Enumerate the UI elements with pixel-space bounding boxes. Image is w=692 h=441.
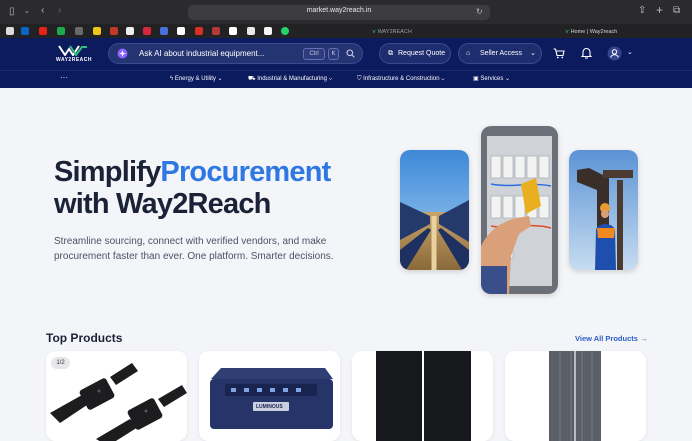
nav-label: Energy & Utility — [174, 76, 216, 82]
bookmark-icon[interactable] — [93, 27, 101, 35]
nav-industrial-manufacturing[interactable]: ⛟ Industrial & Manufacturing ⌄ — [248, 75, 332, 83]
hero-title-accent: Procurement — [160, 156, 331, 188]
bookmark-icon[interactable] — [264, 27, 272, 35]
tab-home[interactable]: ⋎ Home | Way2reach — [565, 27, 617, 37]
bookmark-icon[interactable] — [160, 27, 168, 35]
image-counter-badge: 1/2 — [51, 357, 70, 369]
tab-title: WAY2REACH — [377, 29, 412, 35]
more-icon[interactable]: ··· — [60, 73, 68, 82]
product-card-solar-panel-2[interactable] — [505, 351, 646, 441]
sidebar-toggle-icon[interactable]: ▯ — [9, 6, 15, 18]
new-tab-icon[interactable]: + — [656, 4, 663, 16]
chevron-down-icon: ⌄ — [503, 76, 511, 82]
solar-panel-image — [352, 351, 493, 441]
truck-icon: ⛟ — [248, 76, 258, 82]
user-avatar-icon[interactable] — [607, 46, 622, 61]
bookmark-whatsapp-icon[interactable] — [281, 27, 289, 35]
request-quote-button[interactable]: ⧉ Request Quote — [379, 43, 451, 64]
bell-icon[interactable] — [581, 47, 592, 59]
chevron-down-icon: ⌄ — [530, 50, 536, 57]
chevron-down-icon[interactable]: ⌄ — [24, 6, 30, 18]
seller-access-label: Seller Access — [480, 50, 523, 57]
product-card-inverter[interactable]: LUMINOUS — [199, 351, 340, 441]
kbd-k: K — [328, 48, 339, 60]
bookmark-github-icon[interactable] — [6, 27, 14, 35]
solar-panel-image — [505, 351, 646, 441]
quote-icon: ⧉ — [388, 50, 393, 57]
nav-energy-utility[interactable]: ϟ Energy & Utility ⌄ — [170, 75, 223, 83]
chevron-down-icon: ⌄ — [215, 76, 223, 82]
logo-mark-icon[interactable] — [58, 45, 88, 56]
nav-label: Infrastructure & Construction — [363, 76, 440, 82]
inverter-brand-label: LUMINOUS — [256, 404, 283, 410]
nav-infrastructure-construction[interactable]: ⛉ Infrastructure & Construction ⌄ — [357, 75, 444, 83]
logo-text: WAY2REACH — [56, 57, 92, 63]
nav-label: Services — [480, 76, 504, 82]
chevron-down-icon[interactable]: ⌄ — [627, 48, 633, 56]
bookmark-icon[interactable] — [177, 27, 185, 35]
chevron-down-icon: ⌄ — [326, 76, 333, 82]
bookmark-icon[interactable] — [75, 27, 83, 35]
solar-panels-photo — [400, 150, 469, 270]
forward-icon[interactable]: › — [58, 5, 61, 17]
inverter-image — [199, 351, 340, 441]
sparkle-icon — [117, 48, 128, 59]
bookmark-gmail-icon[interactable] — [195, 27, 203, 35]
category-nav — [0, 70, 692, 88]
url-text: market.way2reach.in — [306, 7, 372, 14]
request-quote-label: Request Quote — [398, 50, 446, 57]
bookmark-icon[interactable] — [110, 27, 118, 35]
ai-search-placeholder: Ask AI about industrial equipment... — [139, 49, 265, 58]
tab-way2reach[interactable]: ⋎ WAY2REACH — [372, 27, 412, 37]
tab-title: Home | Way2reach — [570, 29, 618, 35]
back-icon[interactable]: ‹ — [41, 5, 44, 17]
hero-title-text: Simplify — [54, 156, 161, 188]
electrician-panel-photo — [481, 126, 558, 294]
bookmark-icon[interactable] — [143, 27, 151, 35]
bookmark-icon[interactable] — [126, 27, 134, 35]
bookmark-linkedin-icon[interactable] — [21, 27, 29, 35]
bookmark-youtube-icon[interactable] — [39, 27, 47, 35]
nav-services[interactable]: ▣ Services ⌄ — [473, 75, 510, 83]
bookmark-icon[interactable] — [247, 27, 255, 35]
cart-icon[interactable] — [553, 48, 565, 59]
oil-rig-worker-photo — [569, 150, 638, 270]
hero-title-line-1: SimplifyProcurement — [54, 156, 331, 189]
store-icon: ⌂ — [466, 50, 471, 57]
hero-description: Streamline sourcing, connect with verifi… — [54, 236, 334, 262]
nav-label: Industrial & Manufacturing — [257, 76, 327, 82]
seller-access-button[interactable]: ⌂ Seller Access ⌄ — [458, 43, 542, 64]
hero-title-line-2: with Way2Reach — [54, 188, 271, 220]
search-icon[interactable] — [346, 49, 355, 58]
bookmark-icon[interactable] — [212, 27, 220, 35]
tab-overview-icon[interactable]: ⧉ — [673, 5, 680, 17]
view-all-products-link[interactable]: View All Products → — [575, 334, 648, 343]
ai-search-bar[interactable]: Ask AI about industrial equipment... Ctr… — [108, 43, 363, 64]
bookmark-excel-icon[interactable] — [57, 27, 65, 35]
kbd-ctrl: Ctrl — [303, 48, 325, 60]
reload-icon[interactable]: ↻ — [476, 6, 483, 18]
top-products-title: Top Products — [46, 331, 123, 345]
bookmark-icon[interactable] — [229, 27, 237, 35]
address-bar[interactable]: market.way2reach.in — [188, 5, 490, 20]
chevron-down-icon: ⌄ — [439, 76, 445, 82]
share-icon[interactable]: ⇪ — [638, 5, 646, 17]
product-card-solar-panel-1[interactable] — [352, 351, 493, 441]
